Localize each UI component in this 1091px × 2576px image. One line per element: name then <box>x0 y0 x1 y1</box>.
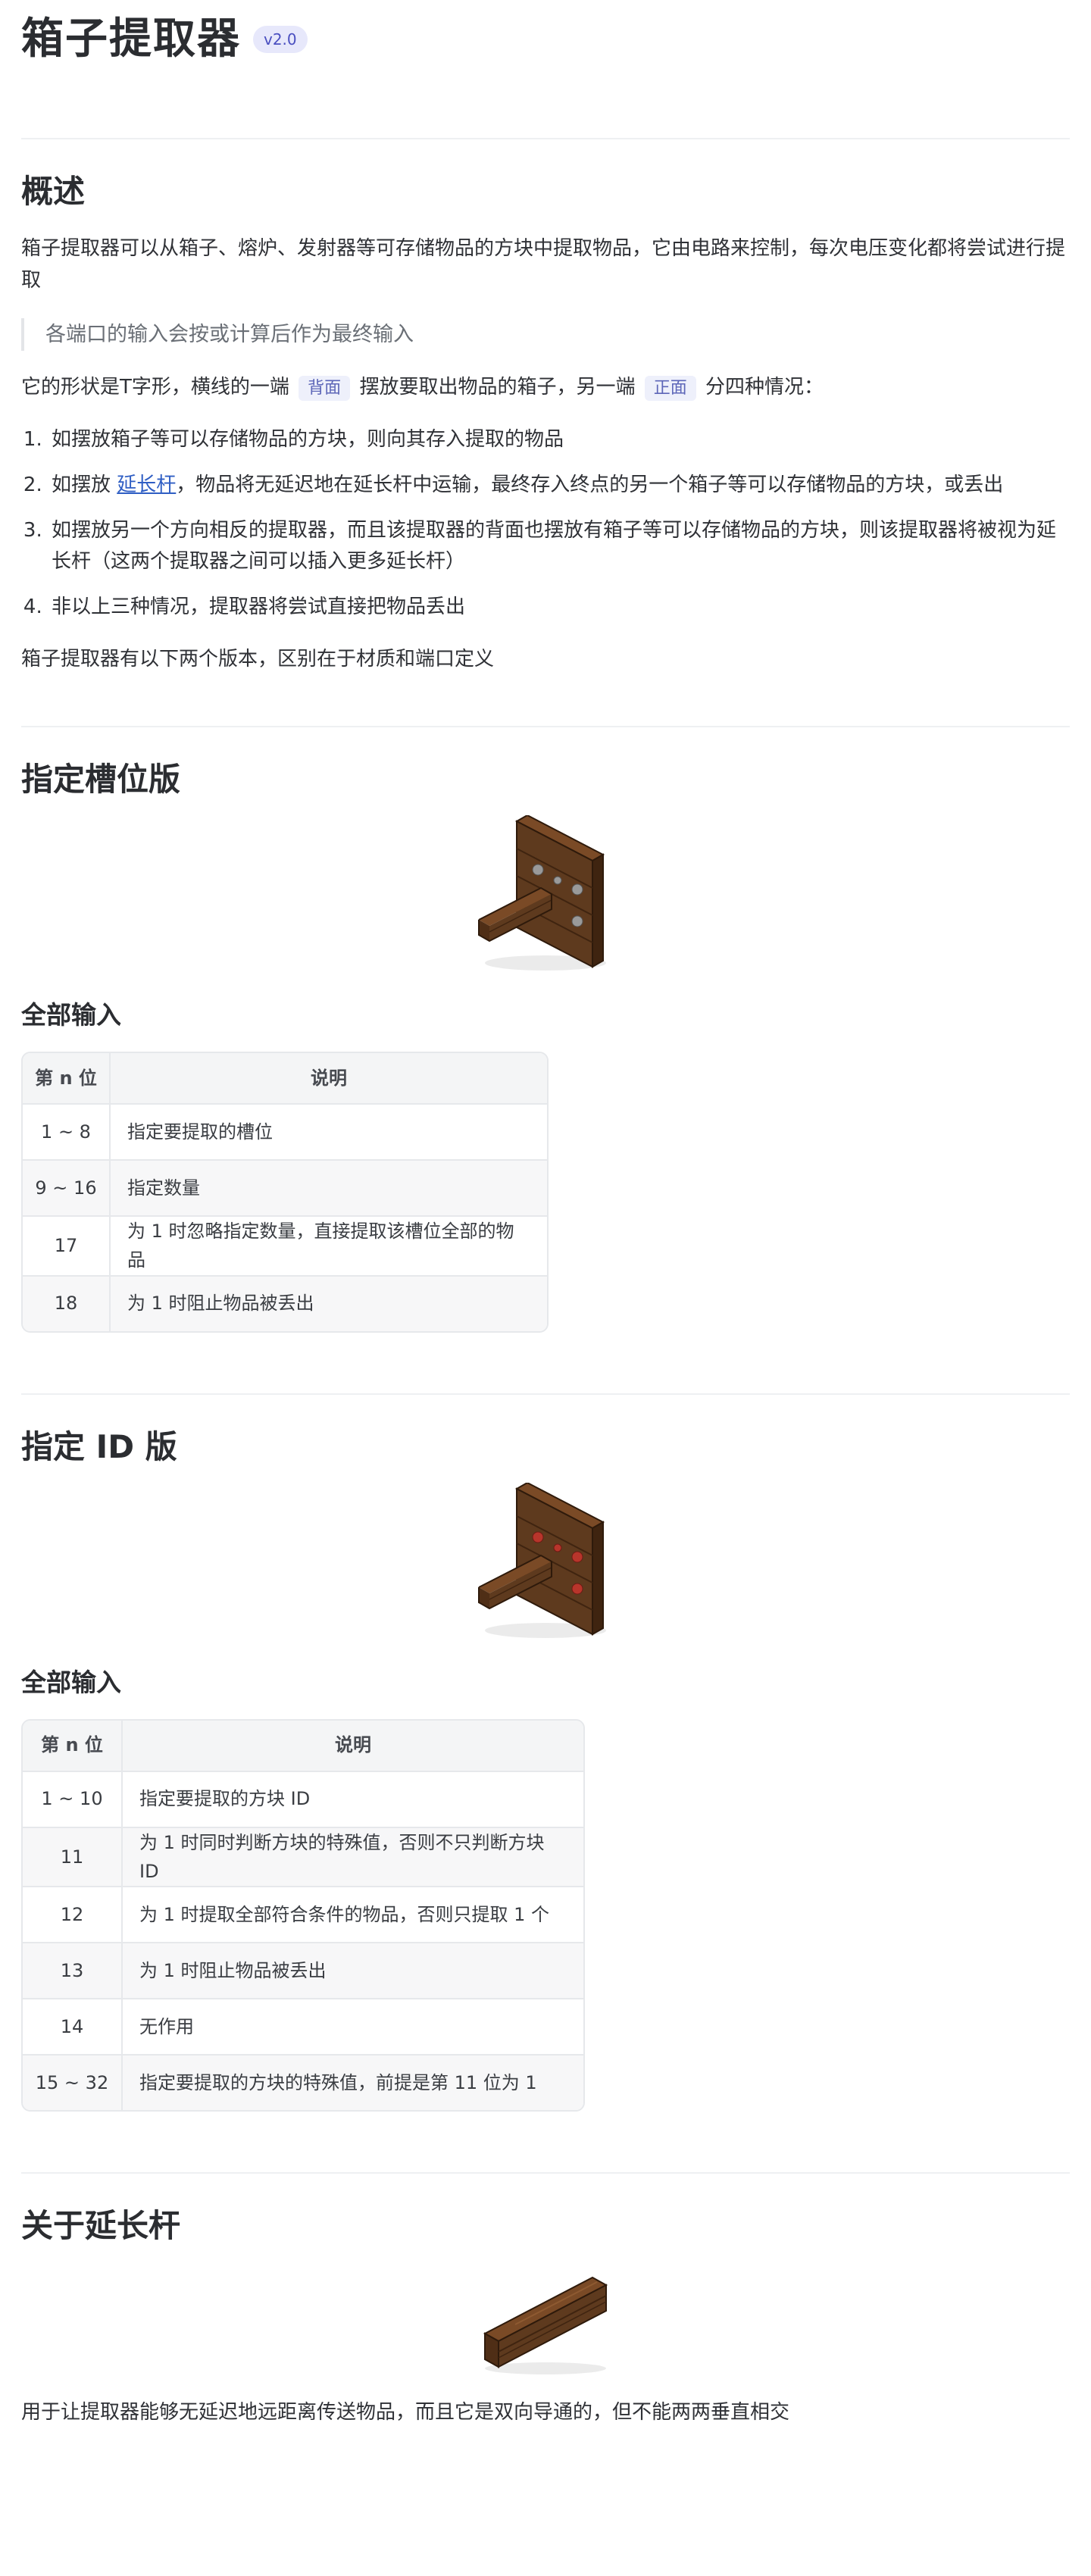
table-cell-bit: 13 <box>23 1942 123 1999</box>
table-header-row: 第 n 位 说明 <box>23 1720 583 1771</box>
table-row: 14 无作用 <box>23 1998 583 2055</box>
port-stud <box>532 864 544 876</box>
port-stud <box>571 1583 583 1595</box>
table-row: 17 为 1 时忽略指定数量，直接提取该槽位全部的物品 <box>23 1215 547 1275</box>
back-tag: 背面 <box>299 375 351 401</box>
list-item-text: 如摆放 <box>52 473 111 496</box>
table-row: 18 为 1 时阻止物品被丢出 <box>23 1274 547 1331</box>
table-cell-bit: 15 ~ 32 <box>23 2054 123 2111</box>
table-cell-desc: 为 1 时提取全部符合条件的物品，否则只提取 1 个 <box>123 1886 583 1942</box>
list-item-text: 非以上三种情况，提取器将尝试直接把物品丢出 <box>52 595 466 618</box>
id-extractor-icon <box>478 1483 606 1639</box>
table-cell-bit: 18 <box>23 1274 111 1331</box>
cases-list: 如摆放箱子等可以存储物品的方块，则向其存入提取的物品 如摆放 延长杆，物品将无延… <box>21 424 1070 623</box>
table-cell-bit: 1 ~ 10 <box>23 1770 123 1827</box>
slot-version-heading: 指定槽位版 <box>21 760 181 798</box>
shape-paragraph: 它的形状是T字形，横线的一端 背面 摆放要取出物品的箱子，另一端 正面 分四种情… <box>21 372 1070 404</box>
slot-inputs-table: 第 n 位 说明 1 ~ 8 指定要提取的槽位 9 ~ 16 指定数量 17 为 1 … <box>21 1051 549 1333</box>
overview-heading: 概述 <box>21 173 86 210</box>
column-header-desc: 说明 <box>123 1720 583 1771</box>
column-header-bit: 第 n 位 <box>23 1720 123 1771</box>
table-cell-bit: 11 <box>23 1826 123 1887</box>
list-item-text: ，物品将无延迟地在延长杆中运输，最终存入终点的另一个箱子等可以存储物品的方块，或… <box>176 473 1004 496</box>
note-quote-text: 各端口的输入会按或计算后作为最终输入 <box>45 322 414 346</box>
list-item: 如摆放另一个方向相反的提取器，而且该提取器的背面也摆放有箱子等可以存储物品的方块… <box>48 515 1070 578</box>
versions-paragraph: 箱子提取器有以下两个版本，区别在于材质和端口定义 <box>21 648 495 671</box>
overview-paragraph: 箱子提取器可以从箱子、熔炉、发射器等可存储物品的方块中提取物品，它由电路来控制，… <box>21 237 1066 292</box>
table-cell-desc: 指定数量 <box>111 1158 547 1215</box>
table-row: 11 为 1 时同时判断方块的特殊值，否则不只判断方块 ID <box>23 1826 583 1887</box>
table-cell-bit: 14 <box>23 1998 123 2055</box>
extension-rod-icon <box>483 2276 608 2374</box>
id-inputs-table: 第 n 位 说明 1 ~ 10 指定要提取的方块 ID 11 为 1 时同时判断方块… <box>21 1718 585 2112</box>
table-cell-bit: 9 ~ 16 <box>23 1158 111 1215</box>
page-title: 箱子提取器 <box>21 14 241 64</box>
table-row: 12 为 1 时提取全部符合条件的物品，否则只提取 1 个 <box>23 1886 583 1943</box>
list-item-text: 如摆放另一个方向相反的提取器，而且该提取器的背面也摆放有箱子等可以存储物品的方块… <box>52 518 1057 574</box>
port-stud <box>571 915 583 927</box>
port-stud <box>532 1531 544 1543</box>
extension-rod-description: 用于让提取器能够无延迟地远距离传送物品，而且它是双向导通的，但不能两两垂直相交 <box>21 2400 790 2424</box>
extension-rod-heading: 关于延长杆 <box>21 2207 181 2245</box>
page: 箱子提取器 v2.0 概述 箱子提取器可以从箱子、熔炉、发射器等可存储物品的方块… <box>0 0 1091 2576</box>
id-version-heading: 指定 ID 版 <box>21 1427 177 1465</box>
list-item-text: 如摆放箱子等可以存储物品的方块，则向其存入提取的物品 <box>52 428 564 452</box>
list-item: 非以上三种情况，提取器将尝试直接把物品丢出 <box>48 592 1070 624</box>
extension-rod-link[interactable]: 延长杆 <box>117 474 176 496</box>
slot-extractor-icon <box>478 815 606 971</box>
table-header-row: 第 n 位 说明 <box>23 1052 547 1103</box>
slot-extractor-image <box>21 815 1070 974</box>
table-cell-desc: 为 1 时同时判断方块的特殊值，否则不只判断方块 ID <box>123 1826 583 1887</box>
table-cell-desc: 指定要提取的槽位 <box>111 1102 547 1159</box>
table-row: 1 ~ 8 指定要提取的槽位 <box>23 1102 547 1159</box>
table-cell-desc: 为 1 时阻止物品被丢出 <box>111 1274 547 1331</box>
table-row: 15 ~ 32 指定要提取的方块的特殊值，前提是第 11 位为 1 <box>23 2054 583 2111</box>
table-cell-desc: 为 1 时阻止物品被丢出 <box>123 1942 583 1999</box>
column-header-desc: 说明 <box>111 1052 547 1103</box>
table-cell-desc: 指定要提取的方块 ID <box>123 1770 583 1827</box>
port-stud <box>553 876 562 885</box>
table-cell-bit: 17 <box>23 1215 111 1275</box>
table-row: 13 为 1 时阻止物品被丢出 <box>23 1942 583 1999</box>
title-row: 箱子提取器 v2.0 <box>21 0 1070 79</box>
port-stud <box>571 883 583 896</box>
table-cell-desc: 指定要提取的方块的特殊值，前提是第 11 位为 1 <box>123 2054 583 2111</box>
shape-text-b: 摆放要取出物品的箱子，另一端 <box>359 375 636 399</box>
port-stud <box>571 1551 583 1563</box>
table-row: 1 ~ 10 指定要提取的方块 ID <box>23 1770 583 1827</box>
table-row: 9 ~ 16 指定数量 <box>23 1158 547 1215</box>
shape-text-c: 分四种情况： <box>705 375 824 399</box>
table-cell-bit: 1 ~ 8 <box>23 1102 111 1159</box>
port-stud <box>553 1543 562 1552</box>
table-cell-bit: 12 <box>23 1886 123 1943</box>
table-cell-desc: 为 1 时忽略指定数量，直接提取该槽位全部的物品 <box>111 1215 547 1275</box>
shape-text-a: 它的形状是T字形，横线的一端 <box>21 375 289 399</box>
version-badge: v2.0 <box>253 26 308 53</box>
id-inputs-heading: 全部输入 <box>21 1668 121 1698</box>
list-item: 如摆放 延长杆，物品将无延迟地在延长杆中运输，最终存入终点的另一个箱子等可以存储… <box>48 470 1070 502</box>
list-item: 如摆放箱子等可以存储物品的方块，则向其存入提取的物品 <box>48 424 1070 456</box>
front-tag: 正面 <box>644 375 696 401</box>
column-header-bit: 第 n 位 <box>23 1052 111 1103</box>
id-extractor-image <box>21 1483 1070 1642</box>
extension-rod-image <box>21 2262 1070 2376</box>
table-cell-desc: 无作用 <box>123 1998 583 2054</box>
slot-inputs-heading: 全部输入 <box>21 1000 121 1030</box>
note-quote: 各端口的输入会按或计算后作为最终输入 <box>21 317 1070 351</box>
